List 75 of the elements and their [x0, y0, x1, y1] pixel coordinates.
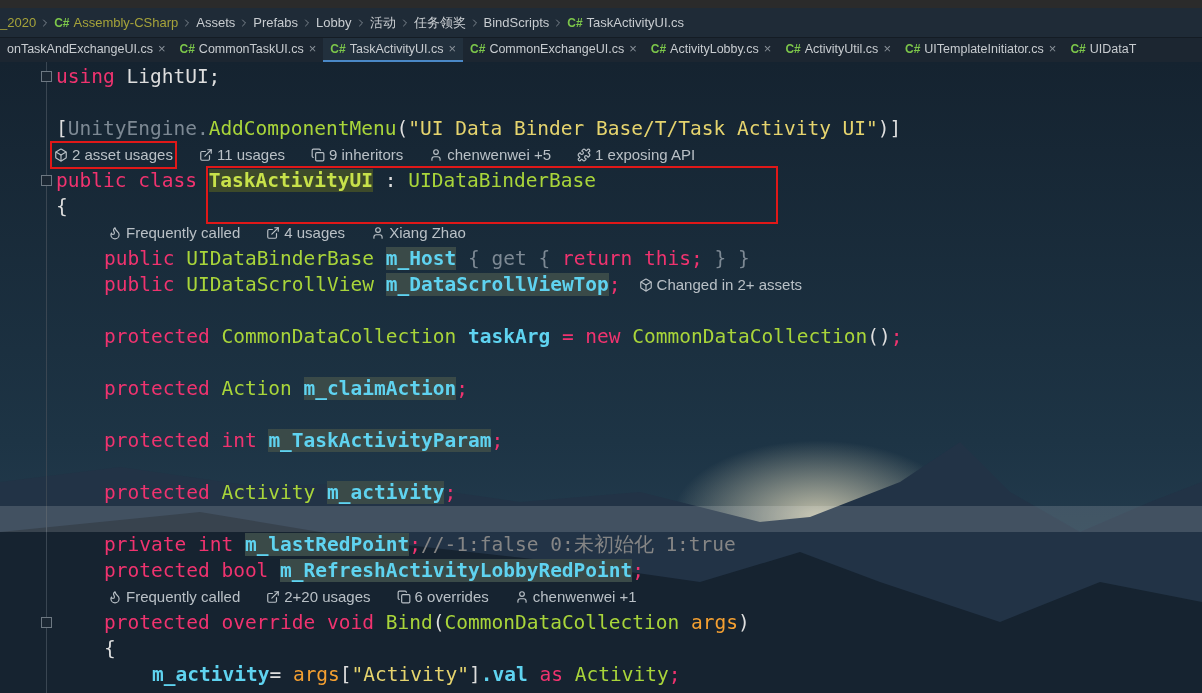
editor-tab[interactable]: C# CommonExchangeUI.cs ×: [463, 38, 644, 62]
flame-icon: [108, 226, 122, 240]
user-icon: [429, 148, 444, 162]
code-hint[interactable]: chenwenwei +1: [510, 583, 641, 611]
user-icon: [514, 590, 529, 604]
code-hint[interactable]: 9 inheritors: [307, 141, 408, 169]
code-hint[interactable]: Changed in 2+ assets: [638, 273, 803, 297]
inheritors-icon: [311, 148, 325, 162]
flame-icon: [108, 590, 122, 604]
overrides-icon: [396, 590, 411, 604]
close-icon[interactable]: ×: [448, 39, 457, 59]
close-icon[interactable]: ×: [1048, 39, 1057, 59]
code-hint[interactable]: 2+20 usages: [262, 583, 375, 611]
puzzle-icon: [577, 148, 592, 162]
usages-icon: [266, 226, 281, 240]
usages-icon: [266, 590, 281, 604]
code-line: using LightUI;: [56, 65, 221, 89]
csharp-file-icon: C#: [179, 40, 195, 58]
close-icon[interactable]: ×: [629, 39, 637, 59]
breadcrumb-item[interactable]: Prefabs: [253, 12, 299, 33]
breadcrumb-item[interactable]: 任务领奖: [413, 12, 466, 33]
code-line: protected CommonDataCollection taskArg = new CommonDataCollection();: [104, 325, 903, 349]
fold-marker-icon[interactable]: [41, 71, 52, 82]
code-line: [UnityEngine.AddComponentMenu("UI Data Binder Base/T/Task Activity UI")]: [56, 117, 902, 141]
fold-marker-icon[interactable]: [41, 617, 52, 628]
code-hint[interactable]: 6 overrides: [392, 583, 493, 611]
code-line: protected Action m_claimAction;: [104, 377, 468, 401]
code-line: public UIDataBinderBase m_Host { get { return this; } }: [104, 247, 750, 271]
code-hint[interactable]: 1 exposing API: [573, 141, 700, 169]
code-hint[interactable]: Xiang Zhao: [367, 219, 470, 247]
csharp-file-icon: C#: [470, 40, 486, 58]
code-line: m_activity= args["Activity"].val as Activity;: [152, 663, 681, 687]
breadcrumb-item[interactable]: C# Assembly-CSharp: [54, 12, 179, 33]
code-hint[interactable]: Frequently called: [104, 583, 245, 611]
csharp-file-icon: C#: [650, 40, 667, 58]
code-hint[interactable]: Frequently called: [104, 219, 245, 247]
close-icon[interactable]: ×: [308, 39, 317, 59]
csharp-file-icon: C#: [904, 40, 921, 58]
code-line: {: [104, 637, 116, 661]
breadcrumb-item[interactable]: _2020: [0, 12, 37, 33]
code-hint[interactable]: chenwenwei +5: [425, 141, 556, 169]
usages-icon: [198, 148, 213, 162]
editor-tab[interactable]: C# TaskActivityUI.cs ×: [323, 38, 464, 62]
editor-tab[interactable]: C# ActivityLobby.cs ×: [643, 38, 779, 62]
breadcrumb-item[interactable]: 活动: [369, 12, 396, 33]
editor-tab[interactable]: C# UIDataT: [1063, 38, 1144, 62]
csharp-file-icon: C#: [785, 40, 801, 58]
editor-tab[interactable]: onTaskAndExchangeUI.cs ×: [0, 38, 173, 62]
close-icon[interactable]: ×: [157, 39, 166, 59]
code-hint[interactable]: 4 usages: [262, 219, 350, 247]
code-line: public UIDataScrollView m_DataScrollViewTop;: [104, 273, 621, 297]
breadcrumb-item[interactable]: Lobby: [316, 12, 352, 33]
cube-icon: [638, 278, 653, 292]
close-icon[interactable]: ×: [763, 39, 772, 59]
breadcrumb-item[interactable]: C# TaskActivityUI.cs: [567, 12, 685, 33]
code-hint[interactable]: 11 usages: [194, 141, 289, 169]
editor-tab[interactable]: C# ActivityUtil.cs ×: [778, 38, 898, 62]
code-line: protected override void Bind(CommonDataCollection args): [104, 611, 750, 635]
csharp-file-icon: C#: [1070, 40, 1086, 58]
code-hint[interactable]: 2 asset usages: [50, 140, 177, 170]
cube-icon: [54, 148, 68, 162]
code-line: {: [56, 195, 68, 219]
code-line: public class TaskActivityUI : UIDataBinderBase: [56, 169, 597, 193]
code-line: protected Activity m_activity;: [104, 481, 457, 505]
csharp-file-icon: C#: [54, 13, 70, 32]
breadcrumb-item[interactable]: Assets: [196, 12, 236, 33]
breadcrumb-item[interactable]: BindScripts: [483, 12, 550, 33]
code-line: private int m_lastRedPoint;//-1:false 0:未初始化 1:true: [104, 533, 736, 557]
fold-marker-icon[interactable]: [41, 175, 52, 186]
user-icon: [371, 226, 386, 240]
csharp-file-icon: C#: [567, 13, 583, 32]
editor-tab[interactable]: C# UITemplateInitiator.cs ×: [897, 38, 1064, 62]
csharp-file-icon: C#: [330, 40, 346, 58]
editor-tab[interactable]: C# CommonTaskUI.cs ×: [172, 38, 324, 62]
close-icon[interactable]: ×: [883, 39, 891, 59]
